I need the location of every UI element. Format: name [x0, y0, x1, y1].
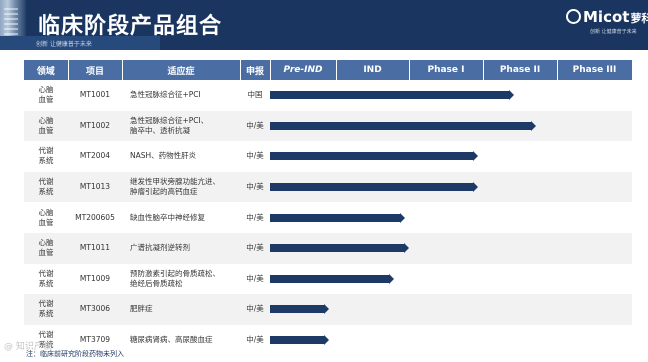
cell-area: 代谢 系统: [24, 171, 68, 203]
cell-indication: 急性冠脉综合征+PCI: [122, 80, 240, 111]
cell-filing: 中/美: [240, 263, 270, 295]
progress-bar: [270, 182, 478, 193]
progress-cell: [270, 110, 632, 142]
cell-area: 心脑 血管: [24, 110, 68, 142]
cell-indication: 预防激素引起的骨质疏松、 绝经后骨质疏松: [122, 263, 240, 295]
logo-name-en: Micot: [583, 8, 630, 26]
company-logo: Micot萝科奥特 创新 让健康普于未来: [566, 8, 648, 42]
col-header-phase1: Phase I: [409, 60, 484, 80]
page-subtitle: 创新 让健康普于未来: [36, 41, 92, 48]
col-header-area: 领域: [24, 60, 69, 80]
table-row: 心脑 血管 MT1002 急性冠脉综合征+PCI、 脑卒中、透析抗凝 中/美: [24, 110, 632, 142]
table-row: 代谢 系统 MT1013 继发性甲状旁腺功能亢进、 肿瘤引起的高钙血症 中/美: [24, 171, 632, 203]
cell-area: 心脑 血管: [24, 202, 68, 233]
cell-project: MT1011: [68, 232, 122, 264]
cell-project: MT1013: [68, 171, 122, 203]
progress-cell: [270, 263, 632, 295]
logo-name-cn: 萝科奥特: [630, 12, 648, 25]
progress-bar: [270, 273, 395, 284]
cell-project: MT200605: [68, 202, 122, 233]
cell-project: MT2004: [68, 141, 122, 172]
progress-cell: [270, 232, 632, 264]
progress-bar: [270, 212, 406, 223]
cell-indication: 肥胖症: [122, 294, 240, 325]
cell-filing: 中/美: [240, 141, 270, 172]
cell-area: 心脑 血管: [24, 232, 68, 264]
cell-indication: 糖尿病肾病、高尿酸血症: [122, 324, 240, 356]
col-header-filing: 申报: [240, 60, 271, 80]
table-row: 代谢 系统 MT2004 NASH、药物性肝炎 中/美: [24, 141, 632, 172]
progress-cell: [270, 202, 632, 233]
progress-cell: [270, 141, 632, 172]
cell-filing: 中/美: [240, 202, 270, 233]
cell-indication: 广谱抗凝剂逆转剂: [122, 232, 240, 264]
progress-bar: [270, 243, 409, 254]
progress-bar: [270, 335, 330, 346]
cell-indication: 缺血性脑卒中神经修复: [122, 202, 240, 233]
progress-cell: [270, 80, 632, 111]
progress-bar: [270, 304, 330, 315]
cell-filing: 中/美: [240, 110, 270, 142]
col-header-phase3: Phase III: [557, 60, 633, 80]
table-row: 心脑 血管 MT200605 缺血性脑卒中神经修复 中/美: [24, 202, 632, 233]
logo-tagline: 创新 让健康普于未来: [590, 29, 637, 35]
cell-filing: 中/美: [240, 232, 270, 264]
progress-bar: [270, 151, 478, 162]
cell-filing: 中/美: [240, 171, 270, 203]
cell-area: 代谢 系统: [24, 294, 68, 325]
cell-filing: 中/美: [240, 324, 270, 356]
progress-cell: [270, 171, 632, 203]
footnote: 注：临床前研究阶段药物未列入: [26, 350, 124, 358]
cell-area: 代谢 系统: [24, 141, 68, 172]
cell-indication: NASH、药物性肝炎: [122, 141, 240, 172]
progress-cell: [270, 324, 632, 356]
table-row: 心脑 血管 MT1001 急性冠脉综合征+PCI 中国: [24, 80, 632, 111]
cell-indication: 急性冠脉综合征+PCI、 脑卒中、透析抗凝: [122, 110, 240, 142]
pipeline-table: 领域 项目 适应症 申报 Pre-IND IND Phase I Phase I…: [24, 60, 633, 356]
cell-indication: 继发性甲状旁腺功能亢进、 肿瘤引起的高钙血症: [122, 171, 240, 203]
col-header-project: 项目: [68, 60, 123, 80]
table-row: 心脑 血管 MT1011 广谱抗凝剂逆转剂 中/美: [24, 232, 632, 264]
logo-name: Micot萝科奥特: [566, 8, 648, 26]
col-header-indication: 适应症: [122, 60, 241, 80]
cell-area: 心脑 血管: [24, 80, 68, 111]
cell-project: MT3006: [68, 294, 122, 325]
col-header-ind: IND: [336, 60, 410, 80]
progress-bar: [270, 120, 536, 131]
col-header-preind: Pre-IND: [270, 60, 337, 80]
col-header-phase2: Phase II: [483, 60, 558, 80]
cell-project: MT1009: [68, 263, 122, 295]
table-header-row: 领域 项目 适应症 申报 Pre-IND IND Phase I Phase I…: [24, 60, 633, 80]
cell-area: 代谢 系统: [24, 263, 68, 295]
progress-cell: [270, 294, 632, 325]
table-row: 代谢 系统 MT1009 预防激素引起的骨质疏松、 绝经后骨质疏松 中/美: [24, 263, 632, 295]
cell-project: MT1002: [68, 110, 122, 142]
cell-filing: 中国: [240, 80, 270, 111]
progress-bar: [270, 90, 514, 101]
cell-filing: 中/美: [240, 294, 270, 325]
table-row: 代谢 系统 MT3006 肥胖症 中/美: [24, 294, 632, 325]
cell-project: MT1001: [68, 80, 122, 111]
